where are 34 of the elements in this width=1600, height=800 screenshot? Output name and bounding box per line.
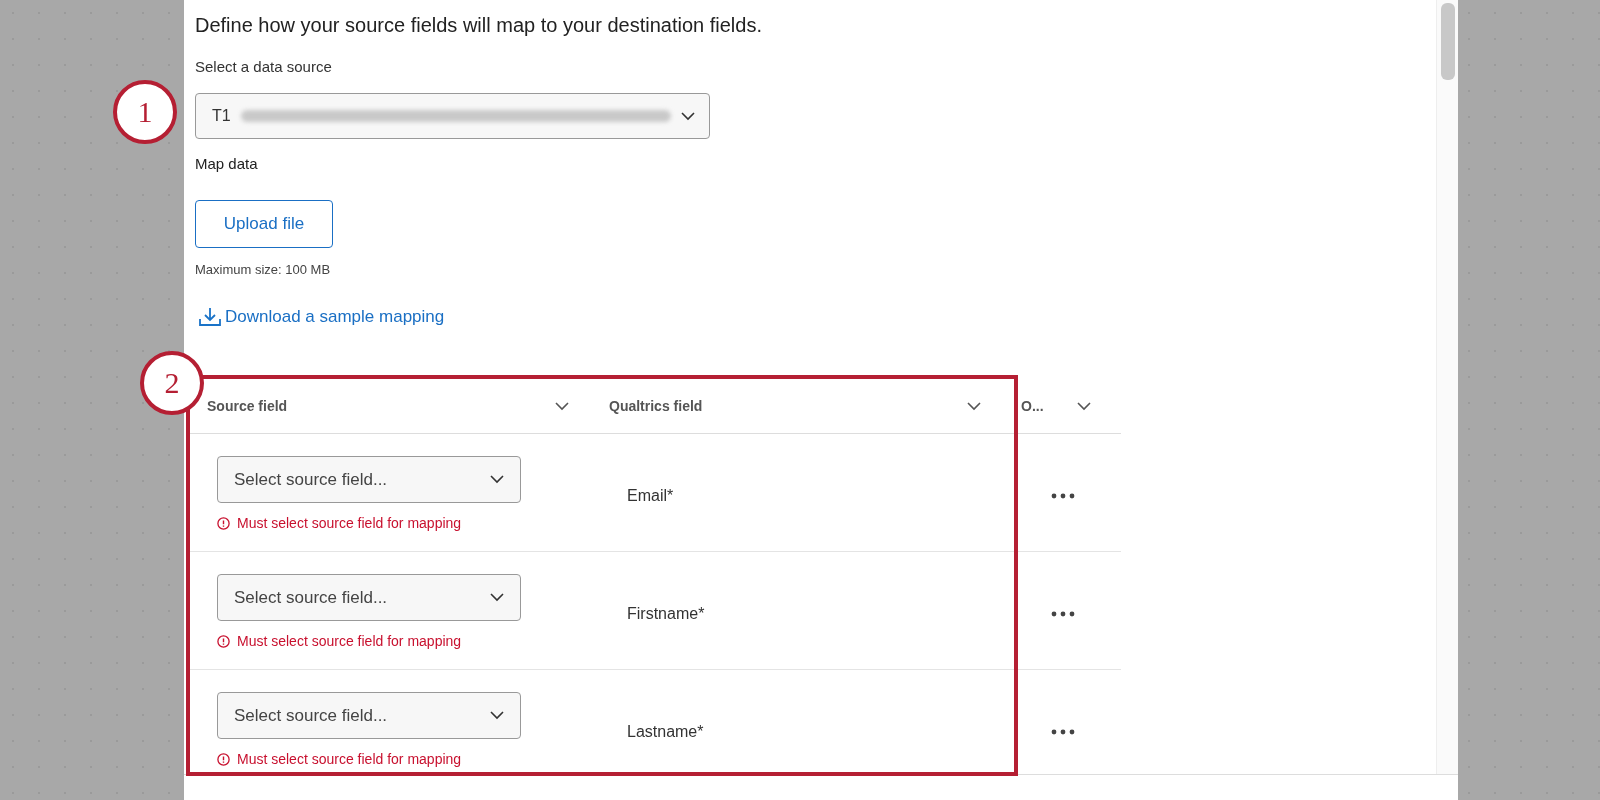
scrollbar-thumb[interactable] (1441, 3, 1455, 80)
column-header[interactable]: Qualtrics field (589, 395, 1001, 417)
column-header[interactable]: O... (1001, 395, 1121, 417)
size-hint: Maximum size: 100 MB (195, 262, 332, 277)
qualtrics-field-name: Firstname* (627, 604, 705, 623)
chevron-icon (490, 475, 504, 484)
chevron-icon[interactable] (1077, 401, 1091, 411)
error-message: Must select source field for mapping (237, 751, 462, 767)
more-options-icon[interactable] (1051, 610, 1075, 617)
field-label: Select a data source (195, 58, 333, 75)
data-source-dropdown[interactable]: T1 (195, 93, 710, 139)
qualtrics-field-name: Lastname* (627, 722, 704, 741)
chevron-icon (681, 111, 695, 121)
source-field-dropdown[interactable]: Select source field... (217, 692, 521, 739)
qualtrics-field-name: Email* (627, 486, 674, 505)
more-options-icon[interactable] (1051, 728, 1075, 735)
dialog-heading: Define how your source fields will map to your destination fields. (195, 14, 763, 37)
error-message: Must select source field for mapping (237, 633, 462, 649)
column-header[interactable]: Source field (205, 395, 589, 417)
chevron-icon[interactable] (967, 401, 981, 411)
warning-icon (217, 634, 230, 648)
chevron-icon (490, 593, 504, 602)
download-icon (199, 307, 221, 327)
upload-button[interactable]: Upload file (195, 200, 333, 248)
warning-icon (217, 516, 230, 530)
chevron-icon (490, 711, 504, 720)
error-message: Must select source field for mapping (237, 515, 462, 531)
chevron-icon[interactable] (555, 401, 569, 411)
download-link[interactable]: Download a sample mapping (225, 307, 445, 327)
more-options-icon[interactable] (1051, 492, 1075, 499)
section-label: Map data (195, 155, 259, 172)
source-field-dropdown[interactable]: Select source field... (217, 456, 521, 503)
source-field-dropdown[interactable]: Select source field... (217, 574, 521, 621)
warning-icon (217, 752, 230, 766)
